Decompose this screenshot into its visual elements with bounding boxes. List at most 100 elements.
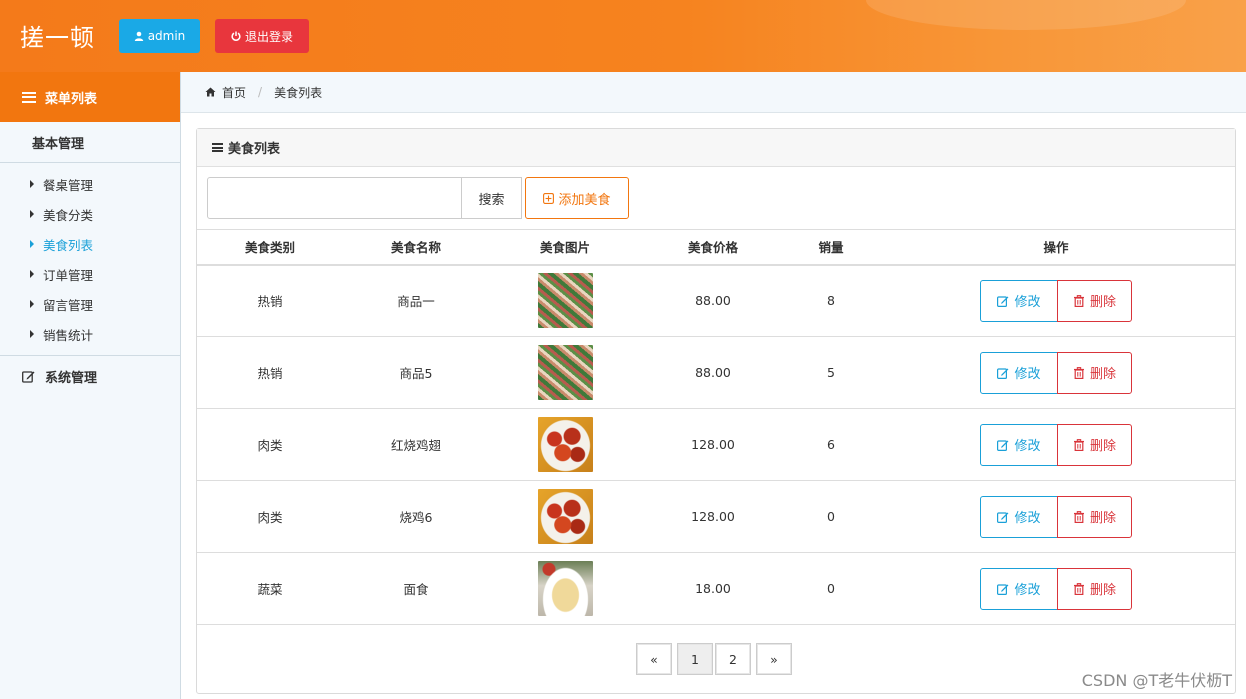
- caret-right-icon: [30, 180, 34, 188]
- delete-button[interactable]: 删除: [1057, 423, 1132, 466]
- food-image: [537, 345, 593, 400]
- food-image: [537, 561, 593, 616]
- pagination-page-1[interactable]: 1: [677, 643, 713, 675]
- app-brand: 搓一顿: [20, 24, 95, 52]
- column-header-category: 美食类别: [197, 229, 343, 266]
- sidebar-group-basic[interactable]: 基本管理: [0, 122, 180, 163]
- column-header-image: 美食图片: [489, 229, 641, 266]
- table-row: 肉类 烧鸡6 128.00 0 修改 删除: [197, 480, 1235, 553]
- food-image: [537, 489, 593, 544]
- sidebar-header: 菜单列表: [0, 72, 180, 122]
- logout-button[interactable]: 退出登录: [215, 19, 309, 53]
- pagination-next[interactable]: »: [756, 643, 792, 675]
- pagination: « 1 2 »: [636, 643, 794, 675]
- top-header: 搓一顿 admin 退出登录: [0, 0, 1246, 72]
- food-table: 美食类别 美食名称 美食图片 美食价格 销量 操作 热销 商品一 88.00 8…: [197, 229, 1235, 625]
- search-button[interactable]: 搜索: [462, 177, 522, 219]
- cell-sales: 0: [785, 480, 877, 553]
- delete-label: 删除: [1089, 367, 1116, 382]
- cell-actions: 修改 删除: [877, 480, 1235, 553]
- cell-sales: 0: [785, 552, 877, 625]
- watermark: CSDN @T老牛伏枥T: [1081, 671, 1232, 690]
- cell-name: 商品一: [343, 264, 489, 337]
- delete-button[interactable]: 删除: [1057, 567, 1132, 610]
- sidebar-item-label: 美食列表: [43, 237, 94, 253]
- edit-label: 修改: [1014, 367, 1041, 382]
- user-icon: [134, 31, 143, 41]
- sidebar-item-tables[interactable]: 餐桌管理: [0, 169, 180, 199]
- caret-right-icon: [30, 210, 34, 218]
- cell-actions: 修改 删除: [877, 552, 1235, 625]
- cell-category: 蔬菜: [197, 552, 343, 625]
- breadcrumb-separator: /: [258, 85, 263, 99]
- sidebar-group-system[interactable]: 系统管理: [0, 356, 180, 396]
- home-icon: [205, 87, 216, 97]
- edit-icon: [22, 370, 35, 383]
- cell-category: 肉类: [197, 480, 343, 553]
- cell-actions: 修改 删除: [877, 336, 1235, 409]
- delete-label: 删除: [1089, 439, 1116, 454]
- panel-title: 美食列表: [228, 142, 281, 157]
- sidebar-item-label: 订单管理: [43, 267, 94, 283]
- trash-icon: [1073, 294, 1084, 307]
- column-header-price: 美食价格: [641, 229, 785, 266]
- cell-image: [489, 336, 641, 409]
- sidebar-item-label: 留言管理: [43, 297, 94, 313]
- edit-button[interactable]: 修改: [980, 423, 1058, 466]
- cell-category: 热销: [197, 336, 343, 409]
- cell-actions: 修改 删除: [877, 264, 1235, 337]
- sidebar-item-food-categories[interactable]: 美食分类: [0, 199, 180, 229]
- delete-label: 删除: [1089, 295, 1116, 311]
- cell-name: 面食: [343, 552, 489, 625]
- edit-button[interactable]: 修改: [980, 279, 1058, 322]
- edit-label: 修改: [1014, 583, 1041, 598]
- panel-header: 美食列表: [197, 129, 1235, 167]
- list-icon: [212, 143, 223, 152]
- breadcrumb: 首页 / 美食列表: [181, 72, 1246, 113]
- cell-sales: 6: [785, 408, 877, 481]
- food-image: [537, 273, 593, 329]
- sidebar: 菜单列表 基本管理 餐桌管理 美食分类 美食列表 订单管理 留言管理 销售统计 …: [0, 72, 181, 699]
- delete-button[interactable]: 删除: [1057, 279, 1132, 322]
- sidebar-item-sales-stats[interactable]: 销售统计: [0, 319, 180, 349]
- cell-image: [489, 264, 641, 337]
- edit-button[interactable]: 修改: [980, 351, 1058, 394]
- cell-price: 18.00: [641, 552, 785, 625]
- pagination-page-2[interactable]: 2: [715, 643, 751, 675]
- table-header-row: 美食类别 美食名称 美食图片 美食价格 销量 操作: [197, 229, 1235, 266]
- breadcrumb-home[interactable]: 首页: [222, 84, 246, 101]
- delete-button[interactable]: 删除: [1057, 495, 1132, 538]
- caret-right-icon: [30, 300, 34, 308]
- table-row: 热销 商品一 88.00 8 修改 删除: [197, 264, 1235, 337]
- pagination-prev[interactable]: «: [636, 643, 672, 675]
- table-row: 肉类 红烧鸡翅 128.00 6 修改 删除: [197, 408, 1235, 481]
- menu-list-icon: [22, 91, 36, 103]
- sidebar-system-label: 系统管理: [45, 370, 98, 386]
- sidebar-item-food-list[interactable]: 美食列表: [0, 229, 180, 259]
- logout-label: 退出登录: [244, 29, 293, 44]
- cell-price: 128.00: [641, 480, 785, 553]
- admin-button[interactable]: admin: [119, 19, 200, 53]
- edit-icon: [997, 439, 1009, 451]
- edit-icon: [997, 511, 1009, 523]
- sidebar-item-label: 餐桌管理: [43, 177, 94, 193]
- column-header-actions: 操作: [877, 229, 1235, 266]
- search-input[interactable]: [207, 177, 462, 219]
- toolbar: 搜索 添加美食: [207, 177, 629, 219]
- breadcrumb-current: 美食列表: [274, 85, 323, 100]
- add-food-label: 添加美食: [558, 192, 611, 208]
- sidebar-item-orders[interactable]: 订单管理: [0, 259, 180, 289]
- edit-button[interactable]: 修改: [980, 567, 1058, 610]
- column-header-name: 美食名称: [343, 229, 489, 266]
- edit-icon: [997, 367, 1009, 379]
- edit-icon: [997, 583, 1009, 595]
- edit-button[interactable]: 修改: [980, 495, 1058, 538]
- edit-label: 修改: [1014, 439, 1041, 454]
- add-food-button[interactable]: 添加美食: [525, 177, 629, 219]
- column-header-sales: 销量: [785, 229, 877, 266]
- trash-icon: [1073, 510, 1084, 523]
- delete-button[interactable]: 删除: [1057, 351, 1132, 394]
- trash-icon: [1073, 366, 1084, 379]
- food-image: [537, 417, 593, 472]
- sidebar-item-messages[interactable]: 留言管理: [0, 289, 180, 319]
